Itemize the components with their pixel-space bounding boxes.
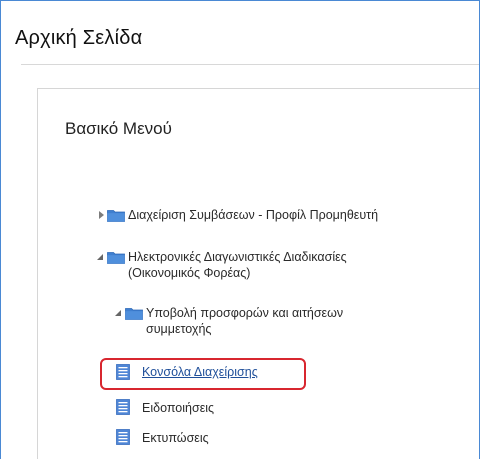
tree-item-label: Εκτυπώσεις [142, 431, 209, 445]
folder-icon [125, 308, 143, 320]
document-icon [116, 399, 130, 415]
tree-item-label-line2: (Οικονομικός Φορέας) [128, 266, 251, 280]
folder-icon [107, 210, 125, 222]
document-icon [116, 364, 130, 380]
main-menu-panel: Βασικό Μενού Διαχείριση Συμβάσεων - Προφ… [37, 88, 479, 459]
tree-item-label: Διαχείριση Συμβάσεων - Προφίλ Προμηθευτή [128, 208, 379, 222]
tree-item-submit-offers[interactable]: Υποβολή προσφορών και αιτήσεων συμμετοχή… [38, 305, 479, 341]
document-icon [116, 429, 130, 445]
tree-item-contract-management[interactable]: Διαχείριση Συμβάσεων - Προφίλ Προμηθευτή [38, 207, 479, 229]
menu-tree: Διαχείριση Συμβάσεων - Προφίλ Προμηθευτή… [38, 89, 479, 459]
collapse-arrow-icon[interactable] [115, 310, 121, 316]
collapse-arrow-icon[interactable] [97, 254, 103, 260]
folder-icon [107, 252, 125, 264]
tree-item-label-line1: Υποβολή προσφορών και αιτήσεων [146, 306, 344, 320]
expand-arrow-icon[interactable] [99, 211, 104, 219]
tree-item-label-line1: Ηλεκτρονικές Διαγωνιστικές Διαδικασίες [128, 250, 347, 264]
tree-item-label-line2: συμμετοχής [146, 322, 212, 336]
title-divider [21, 64, 479, 65]
tree-item-label: Ειδοποιήσεις [142, 401, 215, 415]
tree-item-e-procurement[interactable]: Ηλεκτρονικές Διαγωνιστικές Διαδικασίες (… [38, 249, 479, 285]
window-frame: Αρχική Σελίδα Βασικό Μενού Διαχείριση Συ… [0, 0, 480, 459]
tree-item-prints[interactable]: Εκτυπώσεις [38, 429, 479, 451]
tree-item-notifications[interactable]: Ειδοποιήσεις [38, 399, 479, 421]
page-title: Αρχική Σελίδα [15, 27, 143, 49]
tree-item-management-console[interactable]: Κονσόλα Διαχείρισης [38, 364, 479, 386]
tree-item-link[interactable]: Κονσόλα Διαχείρισης [142, 365, 258, 380]
